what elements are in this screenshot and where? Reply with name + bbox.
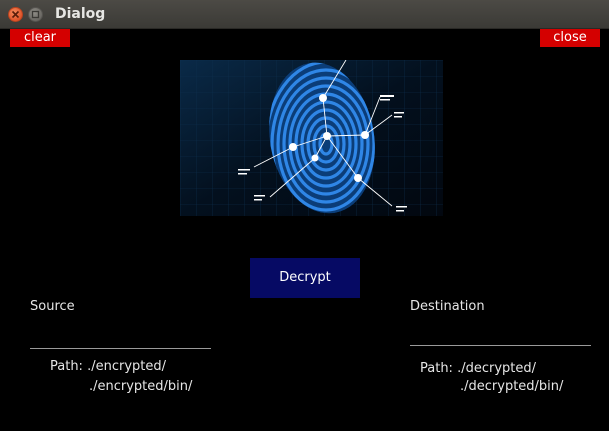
destination-path-label: Path:	[420, 361, 453, 376]
window-title: Dialog	[55, 6, 106, 22]
titlebar: Dialog	[0, 0, 609, 29]
window-minimize-button[interactable]	[28, 7, 43, 22]
decrypt-button[interactable]: Decrypt	[250, 258, 360, 298]
minimize-icon	[31, 10, 40, 19]
destination-path: Path: ./decrypted/	[420, 359, 536, 379]
destination-path-1: ./decrypted/	[457, 361, 537, 376]
destination-input[interactable]	[410, 325, 591, 346]
destination-label: Destination	[410, 299, 485, 314]
source-path-1: ./encrypted/	[87, 359, 167, 374]
dialog-window: Dialog clear close Decrypt Source Path: …	[0, 0, 609, 431]
window-close-button[interactable]	[8, 7, 23, 22]
source-path-label: Path:	[50, 359, 83, 374]
clear-button[interactable]: clear	[10, 29, 70, 47]
close-icon	[11, 10, 20, 19]
fingerprint-image	[180, 59, 443, 222]
source-path: Path: ./encrypted/	[50, 357, 166, 377]
source-label: Source	[30, 299, 75, 314]
destination-path-2: ./decrypted/bin/	[460, 379, 564, 394]
source-path-2: ./encrypted/bin/	[89, 379, 193, 394]
source-input[interactable]	[30, 328, 211, 349]
fingerprint-icon	[180, 59, 443, 222]
close-button[interactable]: close	[540, 29, 600, 47]
